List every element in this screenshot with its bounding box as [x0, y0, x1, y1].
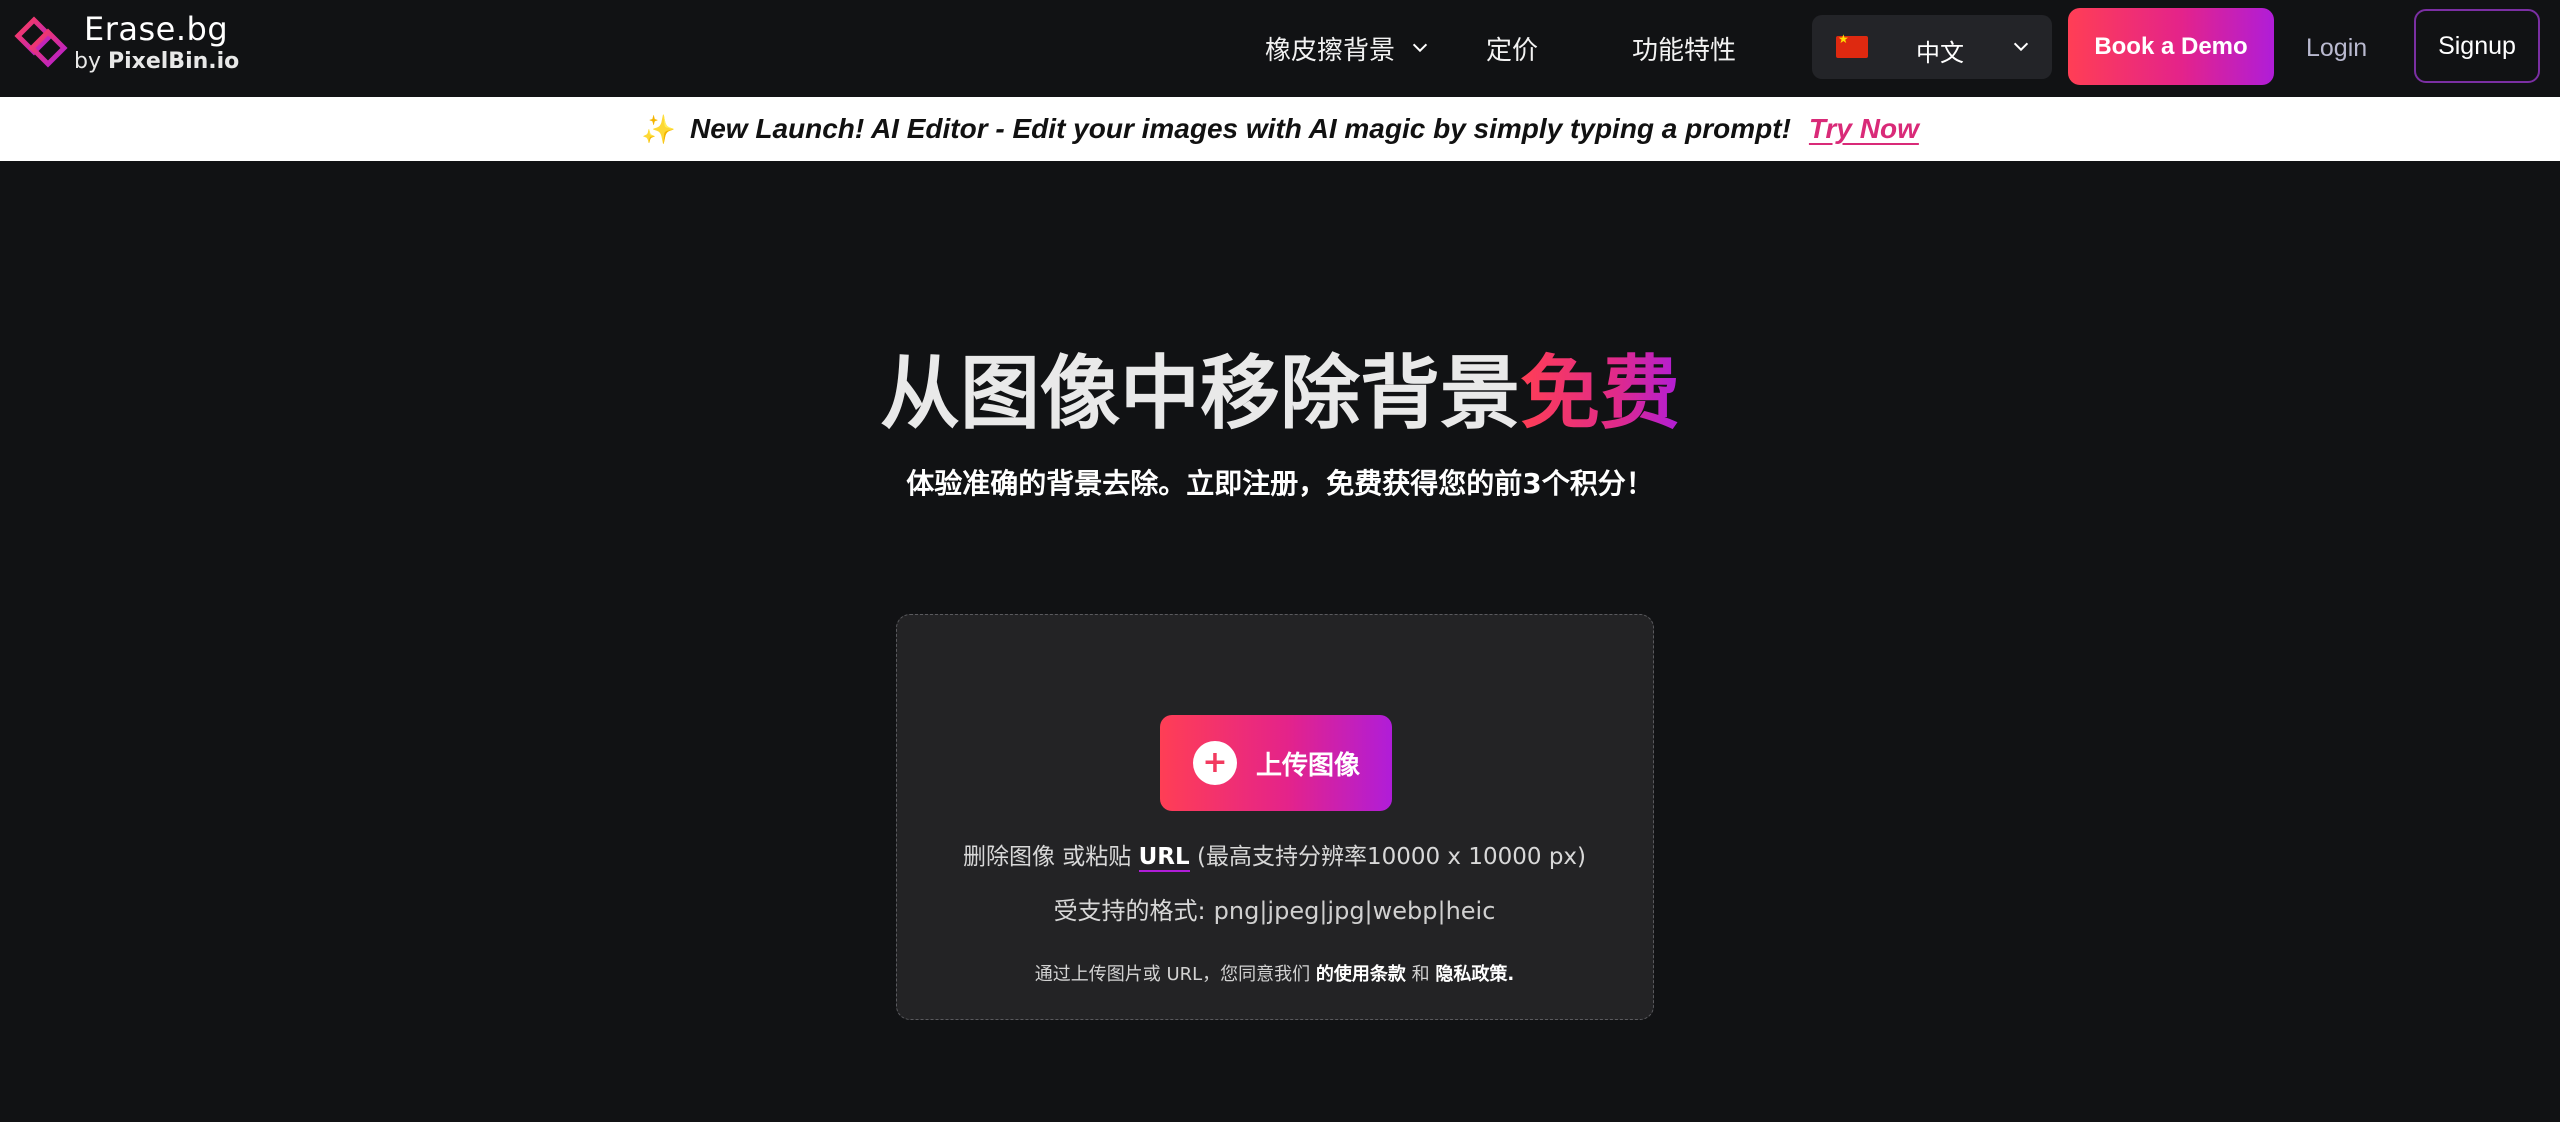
hero-title: 从图像中移除背景免费	[0, 346, 2560, 442]
announcement-banner: ✨ New Launch! AI Editor - Edit your imag…	[0, 97, 2560, 161]
plus-icon: +	[1193, 741, 1237, 785]
top-navbar: Erase.bg by PixelBin.io 橡皮擦背景 定价 功能特性 中文…	[0, 0, 2560, 97]
terms-notice: 通过上传图片或 URL，您同意我们 的使用条款 和 隐私政策.	[1034, 964, 1515, 985]
upload-image-label: 上传图像	[1256, 751, 1361, 781]
upload-dropzone[interactable]: + 上传图像 删除图像 或粘贴 URL (最高支持分辨率10000 x 1000…	[896, 614, 1654, 1020]
hero-title-accent: 免费	[1520, 347, 1680, 440]
chevron-down-icon	[1412, 43, 1428, 53]
sparkle-icon: ✨	[641, 112, 676, 146]
formats-list: png|jpeg|jpg|webp|heic	[1213, 897, 1496, 925]
nav-eraser-background-label: 橡皮擦背景	[1265, 35, 1396, 66]
language-selector[interactable]: 中文	[1812, 15, 2052, 79]
china-flag-icon	[1836, 33, 1868, 58]
try-now-link[interactable]: Try Now	[1809, 113, 1919, 145]
upload-image-button[interactable]: + 上传图像	[1160, 715, 1392, 811]
drop-instructions: 删除图像 或粘贴 URL (最高支持分辨率10000 x 10000 px)	[962, 844, 1587, 872]
hero-subtitle: 体验准确的背景去除。立即注册，免费获得您的前3个积分！	[906, 467, 1654, 500]
nav-eraser-background[interactable]: 橡皮擦背景	[1265, 28, 1431, 68]
privacy-policy-link[interactable]: 隐私政策.	[1435, 964, 1514, 985]
logo-subtitle: by PixelBin.io	[74, 49, 240, 74]
hero-title-main: 从图像中移除背景	[880, 347, 1520, 440]
logo-title: Erase.bg	[84, 10, 229, 48]
paste-url-link[interactable]: URL	[1138, 844, 1190, 872]
nav-pricing[interactable]: 定价	[1486, 28, 1538, 68]
banner-text: New Launch! AI Editor - Edit your images…	[689, 113, 1791, 144]
book-demo-button[interactable]: Book a Demo	[2068, 8, 2274, 85]
supported-formats: 受支持的格式: png|jpeg|jpg|webp|heic	[1053, 897, 1496, 925]
login-button[interactable]: Login	[2306, 28, 2367, 68]
signup-button[interactable]: Signup	[2414, 9, 2540, 83]
nav-features-label: 功能特性	[1632, 35, 1737, 66]
nav-pricing-label: 定价	[1486, 35, 1539, 66]
chevron-down-icon	[2013, 42, 2029, 52]
language-label: 中文	[1916, 39, 1964, 67]
terms-of-use-link[interactable]: 的使用条款	[1316, 964, 1406, 985]
logo[interactable]: Erase.bg by PixelBin.io	[14, 10, 239, 76]
erase-bg-logo-icon	[14, 16, 68, 68]
nav-features[interactable]: 功能特性	[1632, 28, 1736, 68]
